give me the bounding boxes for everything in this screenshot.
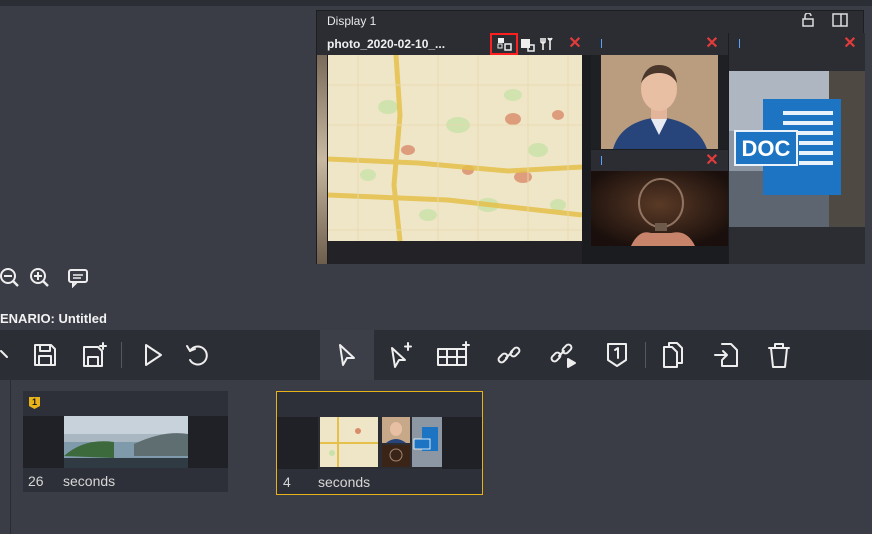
save-button[interactable] [20, 330, 70, 380]
add-grid-button[interactable] [428, 330, 478, 380]
add-pointer-icon [391, 342, 412, 368]
pane-2-content [591, 55, 728, 149]
delete-button[interactable] [754, 330, 804, 380]
link-button[interactable] [484, 330, 534, 380]
close-icon[interactable]: ✕ [568, 36, 582, 52]
split-panel-icon[interactable] [832, 13, 848, 27]
slide-preview [277, 417, 482, 469]
toolbar-separator [121, 342, 122, 368]
pane-3-header: ✕ [591, 149, 728, 172]
pane-3-title-caret [601, 156, 602, 165]
play-button[interactable] [128, 330, 178, 380]
slide-thumbnail-selected[interactable]: 4 seconds [276, 391, 483, 495]
comment-icon[interactable] [68, 268, 88, 289]
pane-2-header: ✕ [591, 33, 728, 55]
pane-3-content [591, 171, 728, 264]
pointer-icon [339, 344, 355, 366]
marker-icon [607, 343, 627, 367]
pane-1-title: photo_2020-02-10_... [327, 37, 446, 51]
pane-2-title-caret [601, 39, 602, 48]
close-icon[interactable]: ✕ [705, 36, 719, 52]
slide-duration-unit: seconds [318, 474, 371, 490]
background-image-left-edge [317, 55, 327, 264]
slide-preview [23, 416, 228, 468]
copy-button[interactable] [648, 330, 698, 380]
zoom-out-icon[interactable] [0, 268, 20, 288]
layout-swap-button[interactable] [490, 33, 518, 55]
slide-duration: 26 [28, 473, 44, 489]
tools-icon[interactable] [539, 36, 555, 52]
save-as-button[interactable] [70, 330, 120, 380]
pane-4-content: DOC [728, 55, 865, 264]
display-title: Display 1 [327, 14, 377, 28]
delete-icon [768, 343, 790, 368]
main-toolbar [0, 330, 872, 380]
revert-icon [186, 345, 208, 366]
layout-preview-image [318, 417, 442, 469]
slide-thumbnail[interactable]: 1 26 seconds [23, 391, 228, 492]
scenario-title: ENARIO: Untitled [0, 311, 107, 326]
save-icon [34, 344, 56, 366]
resize-icon[interactable] [520, 36, 536, 52]
marker-button[interactable] [592, 330, 642, 380]
undo-button[interactable] [0, 330, 20, 380]
link-play-button[interactable] [538, 330, 588, 380]
map-image [328, 55, 582, 264]
close-icon[interactable]: ✕ [843, 36, 857, 52]
add-pointer-button[interactable] [376, 330, 426, 380]
paste-icon [714, 343, 738, 367]
link-play-icon [550, 343, 576, 368]
timeline-left-divider [10, 380, 11, 534]
undo-icon [0, 350, 8, 358]
portrait-image [601, 55, 718, 149]
link-icon [497, 346, 521, 364]
slide-badge: 1 [29, 397, 40, 409]
top-strip [0, 0, 872, 6]
lightbulb-image [591, 171, 728, 246]
pane-1-content [317, 55, 591, 264]
pane-4-title-caret [739, 39, 740, 48]
paste-button[interactable] [702, 330, 752, 380]
slide-duration-unit: seconds [63, 473, 116, 489]
revert-button[interactable] [173, 330, 223, 380]
zoom-in-icon[interactable] [30, 268, 50, 288]
landscape-image [64, 416, 188, 468]
pane-1-header: photo_2020-02-10_... ✕ [317, 33, 591, 55]
save-as-icon [83, 342, 107, 367]
display-window[interactable]: Display 1 photo_2020-02-10_... ✕ ✕ ✕ ✕ D… [316, 10, 865, 264]
unlock-icon[interactable] [801, 12, 817, 27]
select-tool-button[interactable] [320, 330, 374, 380]
doc-file-image: DOC [729, 71, 865, 227]
play-icon [145, 344, 162, 366]
close-icon[interactable]: ✕ [705, 153, 719, 169]
toolbar-separator [645, 342, 646, 368]
add-grid-icon [437, 341, 470, 366]
copy-icon [663, 342, 683, 368]
slide-duration: 4 [283, 474, 291, 490]
svg-text:DOC: DOC [742, 136, 791, 161]
pane-4-header: ✕ [728, 33, 865, 55]
